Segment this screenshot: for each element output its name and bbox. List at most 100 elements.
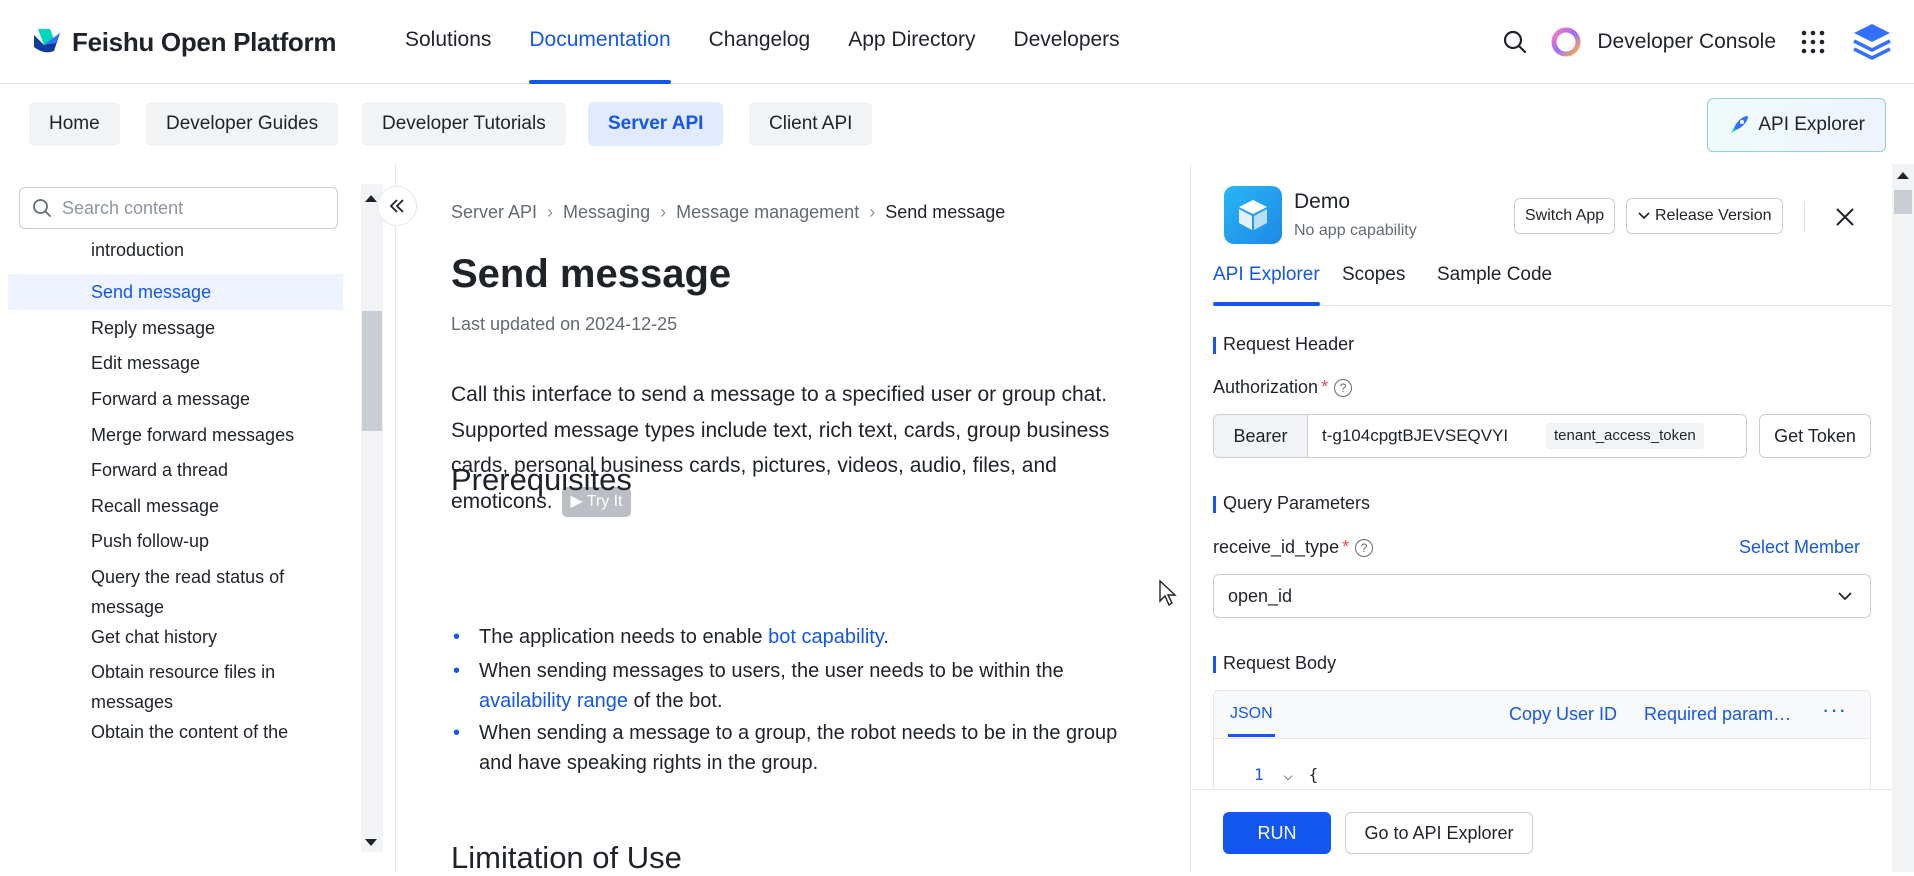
sidebar-item-push-follow-up[interactable]: Push follow-up [8,526,343,556]
authorization-field[interactable]: Bearer t-g104cpgtBJEVSEQVYI tenant_acces… [1213,414,1747,458]
bearer-prefix: Bearer [1214,415,1308,457]
nav-documentation[interactable]: Documentation [529,0,671,84]
nav-solutions[interactable]: Solutions [405,0,491,84]
sidebar-item-reply-message[interactable]: Reply message [8,313,343,343]
developer-console-link[interactable]: Developer Console [1597,30,1776,54]
breadcrumb-send-message: Send message [885,202,1006,222]
go-to-api-explorer-button[interactable]: Go to API Explorer [1345,812,1533,854]
divider [1804,202,1805,232]
required-params-link[interactable]: Required param… [1644,704,1791,725]
token-value[interactable]: t-g104cpgtBJEVSEQVYI [1322,426,1532,446]
cube-icon [1239,200,1267,230]
get-token-button[interactable]: Get Token [1759,414,1871,458]
sidebar-item-obtain-content[interactable]: Obtain the content of the [8,717,343,747]
sidebar-item-forward-message[interactable]: Forward a message [8,384,343,414]
tab-json[interactable]: JSON [1228,705,1275,737]
tab-client-api[interactable]: Client API [749,102,873,146]
page-title: Send message [451,252,732,296]
line-number: 1 [1254,765,1264,784]
tab-home[interactable]: Home [29,102,120,146]
brand-logo[interactable]: Feishu Open Platform [30,25,336,59]
sidebar-item-forward-thread[interactable]: Forward a thread [8,455,343,485]
availability-range-link[interactable]: availability range [479,690,628,712]
breadcrumb: Server API › Messaging › Message managem… [451,202,1005,223]
run-button[interactable]: RUN [1223,812,1331,854]
ai-assistant-icon[interactable] [1549,25,1583,59]
panel-scrollbar[interactable] [1892,164,1914,872]
rocket-icon [1731,116,1749,133]
code-line[interactable]: 1 ⌵ { [1254,765,1318,784]
app-capability: No app capability [1294,222,1417,239]
select-member-link[interactable]: Select Member [1739,537,1860,558]
breadcrumb-messaging[interactable]: Messaging [563,202,650,223]
collapse-sidebar-button[interactable] [377,186,417,226]
query-params-title: Query Parameters [1213,493,1370,514]
scroll-up-arrow-icon[interactable] [365,195,377,202]
nav-developers[interactable]: Developers [1013,0,1119,84]
list-item: When sending a message to a group, the r… [451,718,1141,778]
close-icon[interactable] [1834,204,1856,235]
tab-developer-tutorials[interactable]: Developer Tutorials [362,102,566,146]
request-body-title: Request Body [1213,653,1336,674]
sidebar-item-introduction[interactable]: introduction [8,235,343,265]
search-icon [33,199,51,217]
sidebar-scroll-thumb[interactable] [362,311,382,431]
sidebar-search[interactable] [19,187,338,229]
sidebar-item-chat-history[interactable]: Get chat history [8,622,343,652]
help-icon[interactable]: ? [1355,538,1374,557]
feishu-logo-icon [34,29,60,53]
last-updated: Last updated on 2024-12-25 [451,314,678,334]
list-item: When sending messages to users, the user… [451,656,1141,716]
more-icon[interactable]: ··· [1822,697,1847,723]
tab-developer-guides[interactable]: Developer Guides [146,102,339,146]
scroll-up-arrow-icon[interactable] [1897,172,1909,179]
release-version-dropdown[interactable]: Release Version [1626,198,1783,234]
authorization-text: Authorization [1213,377,1319,397]
brand-name: Feishu Open Platform [72,26,337,57]
apps-grid-icon[interactable] [1798,27,1828,57]
scroll-down-arrow-icon[interactable] [365,839,377,846]
tab-scopes[interactable]: Scopes [1342,264,1405,286]
tab-api-explorer[interactable]: API Explorer [1213,264,1320,306]
sidebar-item-merge-forward[interactable]: Merge forward messages [8,420,343,450]
receive-id-type-label: receive_id_type *? [1213,537,1374,558]
bullet-text: The application needs to enable [479,626,769,648]
doc-sidebar: introduction Send message Reply message … [0,164,396,872]
layers-icon[interactable] [1850,20,1894,64]
mouse-cursor-icon [1159,579,1177,607]
breadcrumb-server-api[interactable]: Server API [451,202,537,223]
copy-user-id-link[interactable]: Copy User ID [1509,704,1617,725]
sidebar-item-send-message[interactable]: Send message [8,274,343,310]
editor-toolbar: JSON Copy User ID Required param… ··· [1214,691,1870,739]
sidebar-item-recall-message[interactable]: Recall message [8,491,343,521]
tab-server-api[interactable]: Server API [588,102,724,146]
bullet-text: of the bot. [627,690,723,712]
required-marker: * [1321,377,1329,397]
search-input[interactable] [62,197,312,219]
nav-app-directory[interactable]: App Directory [848,0,975,84]
tab-sample-code[interactable]: Sample Code [1437,264,1552,286]
api-explorer-button[interactable]: API Explorer [1707,98,1886,152]
chevron-down-icon [1838,592,1852,601]
search-icon[interactable] [1495,22,1535,62]
app-name: Demo [1294,190,1351,213]
fold-chevron-icon[interactable]: ⌵ [1283,765,1293,784]
switch-app-button[interactable]: Switch App [1514,198,1616,234]
sidebar-item-edit-message[interactable]: Edit message [8,348,343,378]
list-item: The application needs to enable bot capa… [451,622,1141,652]
panel-footer: RUN Go to API Explorer [1191,789,1914,872]
authorization-label: Authorization *? [1213,377,1353,398]
breadcrumb-message-management[interactable]: Message management [676,202,859,223]
panel-scroll-thumb[interactable] [1894,190,1912,214]
sidebar-item-read-status[interactable]: Query the read status of message [8,562,343,622]
help-icon[interactable]: ? [1334,378,1353,397]
limitation-heading: Limitation of Use [451,840,682,875]
prerequisites-heading: Prerequisites [451,462,632,497]
sidebar-item-resource-files[interactable]: Obtain resource files in messages [8,657,343,717]
api-explorer-label: API Explorer [1758,114,1865,135]
receive-id-type-select[interactable]: open_id [1213,574,1871,618]
app-icon [1224,186,1282,244]
bot-capability-link[interactable]: bot capability [768,626,883,648]
nav-changelog[interactable]: Changelog [709,0,811,84]
sidebar-scrollbar[interactable] [361,184,383,852]
